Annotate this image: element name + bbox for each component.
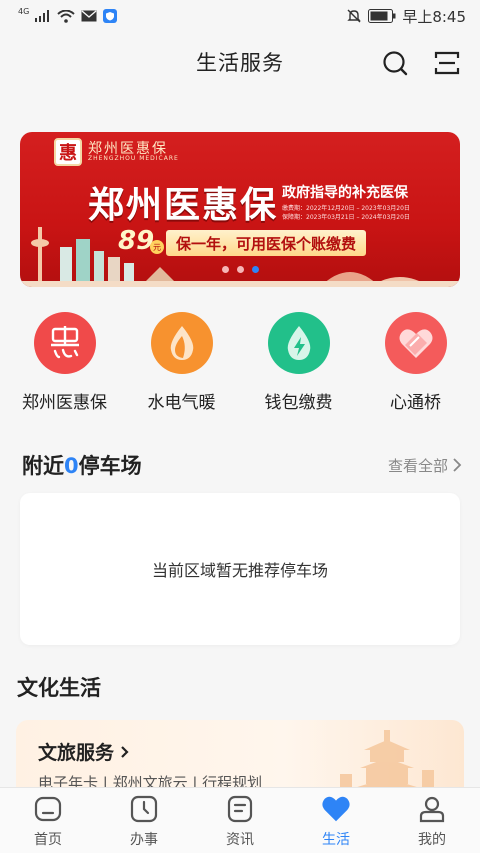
home-icon [33, 794, 63, 824]
page-header: 生活服务 [0, 32, 480, 92]
wallet-pay-icon [267, 312, 330, 374]
huibao-icon [33, 312, 96, 374]
banner-logo-subtitle: ZHENGZHOU MEDICARE [88, 155, 179, 162]
clock-icon [129, 794, 159, 824]
search-icon [383, 51, 408, 76]
nav-news[interactable]: 资讯 [200, 794, 280, 849]
nav-mine[interactable]: 我的 [392, 794, 472, 849]
banner-headline: 郑州医惠保 [88, 185, 279, 226]
mail-icon [81, 10, 97, 22]
parking-empty-message: 当前区域暂无推荐停车场 [151, 561, 328, 580]
service-label: 心通桥 [390, 393, 441, 413]
search-button[interactable] [380, 48, 410, 78]
nav-home[interactable]: 首页 [8, 794, 88, 849]
banner-tagline: 政府指导的补充医保 [282, 185, 408, 201]
view-all-label: 查看全部 [387, 456, 448, 475]
banner-dates: 缴费期：2022年12月20日 – 2023年03月20日 保障期：2023年0… [282, 204, 410, 222]
status-bar: 4G 早上8:45 [0, 0, 480, 32]
mute-bell-icon [347, 9, 362, 23]
banner-date-line: 缴费期：2022年12月20日 – 2023年03月20日 [282, 205, 410, 212]
service-grid: 郑州医惠保 水电气暖 钱包缴费 心通桥 [0, 312, 480, 422]
nav-label: 生活 [322, 832, 350, 848]
nav-label: 办事 [130, 832, 158, 848]
parking-title: 附近0停车场 [22, 450, 142, 480]
service-label: 郑州医惠保 [22, 393, 107, 413]
clock-time: 早上8:45 [402, 7, 466, 26]
heart-icon [321, 794, 351, 824]
wifi-icon [57, 9, 75, 23]
chevron-right-icon [453, 458, 462, 472]
culture-card-title-text: 文旅服务 [38, 742, 115, 764]
parking-section-header: 附近0停车场 查看全部 [22, 450, 462, 480]
news-icon [225, 794, 255, 824]
nav-label: 我的 [418, 832, 446, 848]
signal-icon [35, 10, 50, 22]
banner-logo: 惠 [54, 138, 82, 166]
profile-icon [417, 794, 447, 824]
parking-count: 0 [64, 454, 79, 478]
page-title: 生活服务 [196, 51, 284, 75]
nav-life[interactable]: 生活 [296, 794, 376, 849]
service-label: 水电气暖 [147, 393, 216, 413]
network-type: 4G [18, 6, 30, 16]
banner-price-unit: 元 [150, 240, 164, 254]
carousel-dot[interactable] [221, 266, 229, 273]
parking-card: 当前区域暂无推荐停车场 [20, 493, 460, 645]
utilities-icon [150, 312, 213, 374]
service-utilities[interactable]: 水电气暖 [127, 312, 237, 422]
chevron-right-icon [121, 745, 129, 758]
banner-date-line: 保障期：2023年03月21日 – 2024年03月20日 [282, 214, 410, 221]
culture-card-title: 文旅服务 [38, 738, 129, 765]
scan-button[interactable] [432, 48, 462, 78]
nav-label: 资讯 [226, 832, 254, 848]
heart-bridge-icon [384, 312, 447, 374]
service-label: 钱包缴费 [264, 393, 333, 413]
carousel-dot[interactable] [236, 266, 244, 273]
parking-title-suffix: 停车场 [78, 454, 142, 478]
battery-icon [368, 9, 396, 23]
banner-slogan: 保一年，可用医保个账缴费 [166, 230, 367, 256]
service-wallet-pay[interactable]: 钱包缴费 [244, 312, 354, 422]
nav-label: 首页 [34, 832, 62, 848]
carousel-indicator [20, 266, 460, 273]
scan-icon [434, 51, 460, 75]
service-huibao[interactable]: 郑州医惠保 [10, 312, 120, 422]
nav-affairs[interactable]: 办事 [104, 794, 184, 849]
banner-price: 89 [118, 226, 155, 256]
culture-section-title: 文化生活 [17, 676, 101, 700]
bottom-navigation: 首页 办事 资讯 生活 我的 [0, 787, 480, 853]
service-heart-bridge[interactable]: 心通桥 [361, 312, 471, 422]
promo-banner[interactable]: 惠 郑州医惠保 ZHENGZHOU MEDICARE 郑州医惠保 政府指导的补充… [20, 132, 460, 287]
parking-title-prefix: 附近 [22, 454, 64, 478]
shield-icon [103, 9, 118, 23]
carousel-dot-active[interactable] [251, 266, 259, 273]
view-all-link[interactable]: 查看全部 [388, 455, 462, 476]
